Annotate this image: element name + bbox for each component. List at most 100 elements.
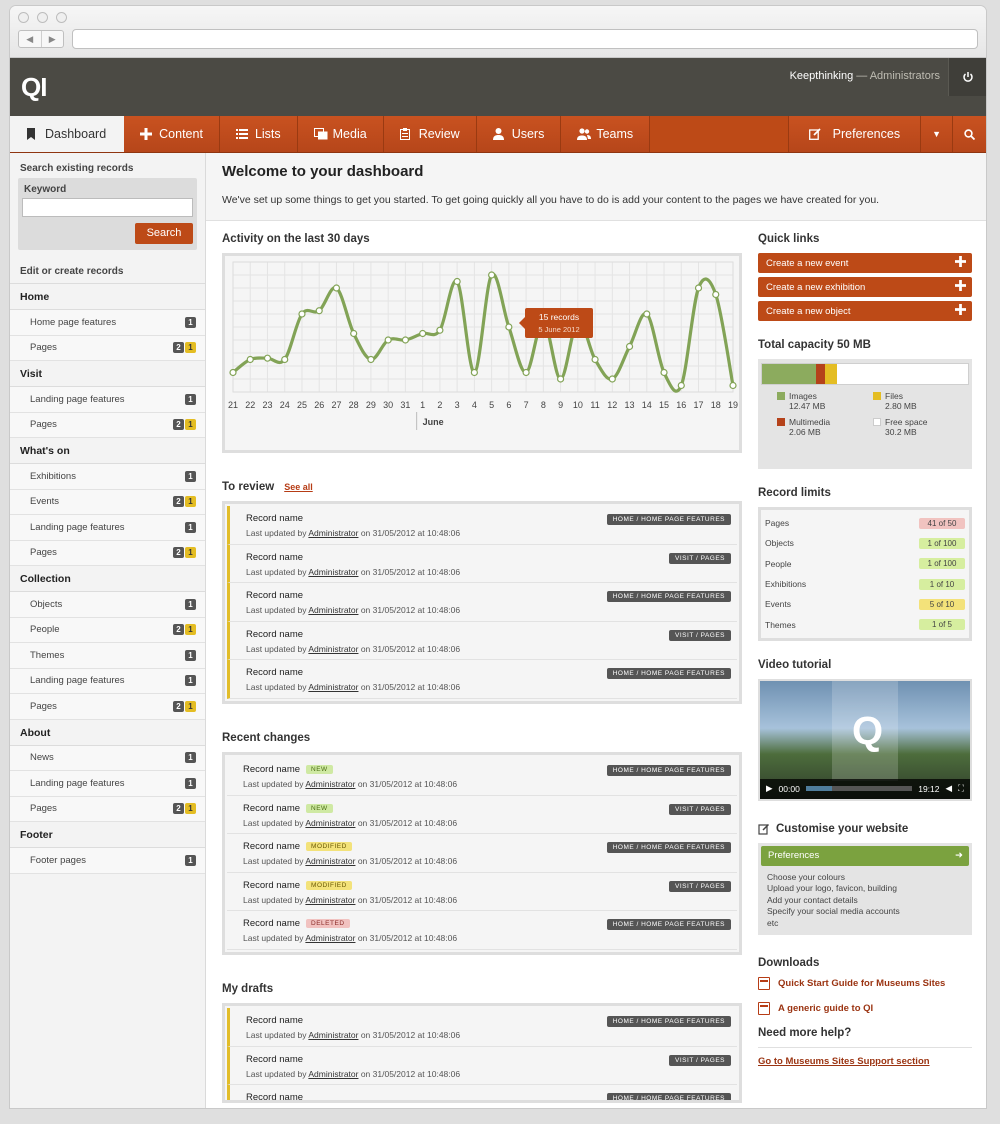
data-point-6[interactable] bbox=[505, 323, 513, 331]
record-name[interactable]: Record name bbox=[243, 880, 300, 891]
play-icon[interactable]: ▶ bbox=[766, 783, 773, 794]
search-button[interactable]: Search bbox=[135, 223, 193, 244]
support-link[interactable]: Go to Museums Sites Support section bbox=[758, 1047, 972, 1067]
sidebar-item[interactable]: Footer pages 1 bbox=[10, 848, 205, 874]
record-author-link[interactable]: Administrator bbox=[305, 895, 355, 905]
back-arrow-icon[interactable]: ◀ bbox=[19, 31, 42, 47]
record-author-link[interactable]: Administrator bbox=[305, 779, 355, 789]
sidebar-item[interactable]: People 2 1 bbox=[10, 617, 205, 643]
record-row[interactable]: Record name Last updated by Administrator… bbox=[227, 1007, 737, 1047]
nav-content[interactable]: Content bbox=[124, 116, 220, 152]
section-tag[interactable]: HOME / HOME PAGE FEATURES bbox=[606, 842, 731, 854]
user-name[interactable]: Keepthinking bbox=[790, 70, 854, 82]
record-author-link[interactable]: Administrator bbox=[308, 644, 358, 654]
record-name[interactable]: Record name bbox=[246, 552, 303, 563]
record-row[interactable]: Record name Last updated by Administrator… bbox=[227, 1046, 737, 1086]
data-point-25[interactable] bbox=[298, 310, 306, 318]
sidebar-item[interactable]: News 1 bbox=[10, 745, 205, 771]
forward-arrow-icon[interactable]: ▶ bbox=[42, 31, 64, 47]
nav-dropdown-button[interactable]: ▼ bbox=[921, 116, 953, 152]
record-author-link[interactable]: Administrator bbox=[308, 1069, 358, 1079]
record-row[interactable]: Record name NEW Last updated by Administra… bbox=[227, 796, 737, 835]
nav-lists[interactable]: Lists bbox=[219, 116, 298, 152]
data-point-7[interactable] bbox=[522, 368, 530, 377]
data-point-5[interactable] bbox=[488, 271, 496, 279]
data-point-21[interactable] bbox=[229, 368, 237, 377]
quick-link[interactable]: Create a new object bbox=[758, 301, 972, 321]
section-tag[interactable]: VISIT / PAGES bbox=[669, 629, 731, 641]
record-author-link[interactable]: Administrator bbox=[308, 567, 358, 577]
video-player[interactable]: Q ▶ 00:00 19:12 ◀ ⛶ bbox=[758, 678, 972, 801]
section-tag[interactable]: HOME / HOME PAGE FEATURES bbox=[606, 764, 731, 776]
data-point-15[interactable] bbox=[660, 368, 668, 377]
record-row[interactable]: Record name Last updated by Administrator… bbox=[227, 621, 737, 661]
record-row[interactable]: Record name MODIFIED Last updated by Admin… bbox=[227, 873, 737, 912]
section-tag[interactable]: HOME / HOME PAGE FEATURES bbox=[606, 514, 731, 525]
sidebar-item[interactable]: Landing page features 1 bbox=[10, 771, 205, 797]
close-window-icon[interactable] bbox=[18, 12, 29, 23]
data-point-2[interactable] bbox=[436, 326, 444, 334]
download-link[interactable]: A generic guide to QI bbox=[758, 1002, 972, 1016]
record-name[interactable]: Record name bbox=[243, 841, 300, 852]
quick-link[interactable]: Create a new event bbox=[758, 253, 972, 273]
data-point-19[interactable] bbox=[729, 381, 737, 390]
record-name[interactable]: Record name bbox=[243, 918, 300, 929]
sidebar-item[interactable]: Pages 2 1 bbox=[10, 540, 205, 566]
data-point-14[interactable] bbox=[643, 310, 651, 318]
sidebar-item[interactable]: Events 2 1 bbox=[10, 489, 205, 515]
data-point-24[interactable] bbox=[281, 355, 289, 364]
volume-icon[interactable]: ◀ bbox=[946, 783, 953, 794]
data-point-29[interactable] bbox=[367, 355, 375, 364]
record-name[interactable]: Record name bbox=[243, 803, 300, 814]
nav-users[interactable]: Users bbox=[476, 116, 562, 152]
nav-media[interactable]: Media bbox=[297, 116, 384, 152]
data-point-18[interactable] bbox=[712, 290, 720, 299]
record-row[interactable]: Record name Last updated by Administrator… bbox=[227, 544, 737, 584]
record-name[interactable]: Record name bbox=[246, 667, 303, 678]
section-tag[interactable]: HOME / HOME PAGE FEATURES bbox=[606, 1015, 731, 1027]
data-point-11[interactable] bbox=[591, 355, 599, 364]
zoom-window-icon[interactable] bbox=[56, 12, 67, 23]
record-name[interactable]: Record name bbox=[246, 513, 303, 524]
data-point-26[interactable] bbox=[315, 307, 323, 315]
keyword-input[interactable] bbox=[22, 198, 193, 217]
data-point-9[interactable] bbox=[556, 375, 565, 383]
sidebar-item[interactable]: Exhibitions 1 bbox=[10, 464, 205, 490]
preferences-button[interactable]: Preferences ➜ bbox=[761, 845, 969, 866]
record-author-link[interactable]: Administrator bbox=[308, 528, 358, 538]
data-point-23[interactable] bbox=[263, 354, 272, 362]
sidebar-item[interactable]: Themes 1 bbox=[10, 643, 205, 669]
sidebar-item[interactable]: Landing page features 1 bbox=[10, 387, 205, 413]
nav-dashboard[interactable]: Dashboard bbox=[10, 116, 125, 152]
record-name[interactable]: Record name bbox=[246, 1015, 303, 1026]
data-point-4[interactable] bbox=[470, 368, 478, 377]
minimize-window-icon[interactable] bbox=[37, 12, 48, 23]
data-point-16[interactable] bbox=[677, 381, 685, 390]
record-row[interactable]: Record name Last updated by Administrator… bbox=[227, 506, 737, 545]
data-point-28[interactable] bbox=[350, 329, 358, 338]
record-name[interactable]: Record name bbox=[246, 590, 303, 601]
address-bar[interactable] bbox=[72, 29, 978, 49]
record-name[interactable]: Record name bbox=[246, 1054, 303, 1065]
record-name[interactable]: Record name bbox=[243, 764, 300, 775]
record-row[interactable]: Record name Last updated by Administrator… bbox=[227, 660, 737, 699]
record-author-link[interactable]: Administrator bbox=[308, 682, 358, 692]
sidebar-item[interactable]: Pages 2 1 bbox=[10, 412, 205, 438]
section-tag[interactable]: HOME / HOME PAGE FEATURES bbox=[606, 591, 731, 603]
record-name[interactable]: Record name bbox=[246, 1092, 303, 1100]
section-tag[interactable]: VISIT / PAGES bbox=[669, 1054, 731, 1066]
sidebar-item[interactable]: Pages 2 1 bbox=[10, 694, 205, 720]
record-author-link[interactable]: Administrator bbox=[305, 933, 355, 943]
section-tag[interactable]: VISIT / PAGES bbox=[669, 803, 731, 815]
nav-search-button[interactable] bbox=[953, 116, 986, 152]
data-point-13[interactable] bbox=[625, 342, 634, 351]
sidebar-item[interactable]: Landing page features 1 bbox=[10, 515, 205, 541]
fullscreen-icon[interactable]: ⛶ bbox=[958, 783, 964, 794]
data-point-31[interactable] bbox=[401, 336, 410, 344]
section-tag[interactable]: HOME / HOME PAGE FEATURES bbox=[606, 1093, 731, 1100]
see-all-link[interactable]: See all bbox=[284, 482, 313, 492]
sidebar-item[interactable]: Pages 2 1 bbox=[10, 335, 205, 361]
data-point-1[interactable] bbox=[419, 329, 427, 338]
nav-preferences[interactable]: Preferences bbox=[788, 116, 922, 152]
record-author-link[interactable]: Administrator bbox=[305, 818, 355, 828]
